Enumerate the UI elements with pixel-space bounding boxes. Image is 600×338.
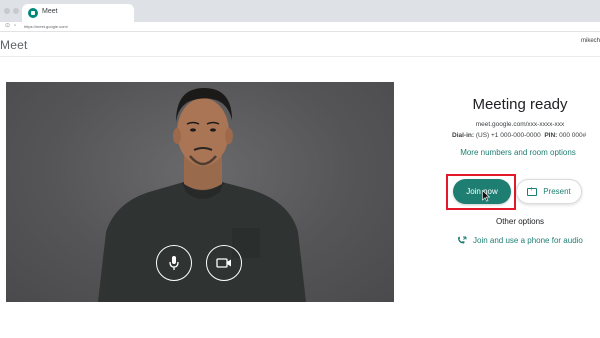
meet-favicon-icon	[28, 8, 38, 18]
dial-in-number: (US) +1 000-000-0000	[475, 132, 541, 139]
browser-tab-meet[interactable]: Meet	[22, 4, 134, 22]
present-button[interactable]: Present	[516, 179, 582, 204]
meet-logo-text: Meet	[0, 38, 28, 52]
window-minimize-dot[interactable]	[13, 8, 19, 14]
meeting-link: meet.google.com/xxx-xxxx-xxx	[475, 121, 565, 128]
lock-icon[interactable]: ▫	[14, 23, 16, 30]
other-options-heading: Other options	[495, 217, 545, 226]
camera-toggle-button[interactable]	[206, 245, 242, 281]
browser-toolbar: ⊙ ▫ https://meet.google.com/	[0, 22, 600, 32]
dial-in-info: Dial-in: (US) +1 000-000-0000 PIN: 000 0…	[452, 132, 592, 139]
phone-audio-link[interactable]: Join and use a phone for audio	[457, 236, 597, 245]
account-name[interactable]: mikech	[581, 38, 600, 44]
mouse-cursor-icon	[482, 190, 490, 202]
present-label: Present	[543, 187, 571, 196]
video-camera-icon	[216, 258, 231, 268]
tab-title: Meet	[42, 8, 58, 15]
info-icon[interactable]: ⊙	[5, 23, 10, 30]
page-title: Meeting ready	[472, 96, 568, 113]
pin-value: 000 000#	[559, 132, 587, 139]
address-bar[interactable]: https://meet.google.com/	[24, 23, 68, 30]
more-numbers-link[interactable]: More numbers and room options	[446, 148, 590, 157]
browser-tab-bar: Meet	[0, 0, 600, 22]
phone-audio-label: Join and use a phone for audio	[473, 236, 583, 245]
phone-forward-icon	[458, 236, 467, 244]
pin-label: PIN:	[544, 132, 558, 139]
video-preview	[6, 82, 394, 302]
camera-feed-person	[98, 88, 306, 302]
microphone-toggle-button[interactable]	[156, 245, 192, 281]
window-close-dot[interactable]	[4, 8, 10, 14]
microphone-icon	[169, 256, 179, 270]
header-divider	[0, 56, 600, 57]
dial-in-label: Dial-in:	[452, 132, 475, 139]
present-screen-icon	[527, 186, 538, 196]
